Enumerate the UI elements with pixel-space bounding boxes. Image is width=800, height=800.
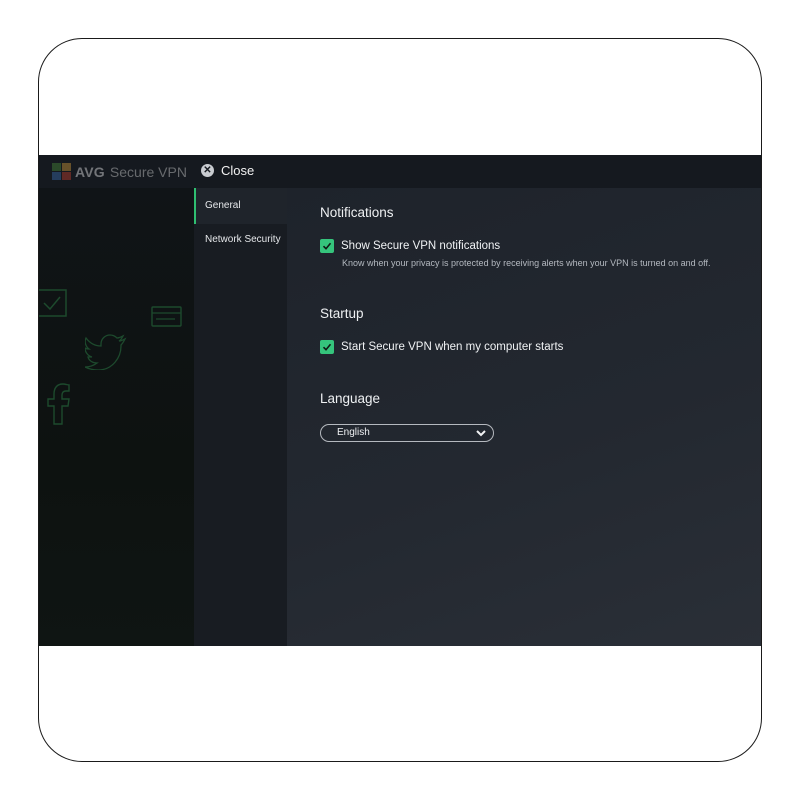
- chevron-down-icon: [476, 430, 486, 437]
- startup-checkbox-label: Start Secure VPN when my computer starts: [341, 341, 564, 353]
- language-select-value: English: [337, 427, 370, 438]
- checkmark-icon: [322, 343, 332, 351]
- close-button[interactable]: ✕ Close: [201, 163, 254, 178]
- brand-name: AVG: [75, 164, 105, 180]
- title-bar: AVG Secure VPN ✕ Close: [39, 155, 761, 188]
- background-panel: [39, 188, 194, 646]
- checkmark-icon: [322, 242, 332, 250]
- twitter-icon: [85, 334, 127, 370]
- credit-card-icon: [151, 306, 182, 327]
- nav-item-label: Network Security: [205, 234, 281, 245]
- startup-title: Startup: [320, 306, 364, 321]
- product-name: Secure VPN: [109, 164, 187, 180]
- envelope-icon: [39, 289, 67, 317]
- settings-nav: General Network Security: [194, 188, 287, 646]
- notifications-checkbox[interactable]: [320, 239, 334, 253]
- nav-item-general[interactable]: General: [194, 188, 287, 224]
- close-label: Close: [221, 163, 255, 178]
- notifications-checkbox-row[interactable]: Show Secure VPN notifications: [320, 239, 500, 253]
- notifications-checkbox-label: Show Secure VPN notifications: [341, 240, 501, 252]
- screenshot-frame: AVG Secure VPN ✕ Close General Network S…: [38, 38, 762, 762]
- startup-checkbox-row[interactable]: Start Secure VPN when my computer starts: [320, 340, 563, 354]
- notifications-description: Know when your privacy is protected by r…: [342, 258, 711, 268]
- app-window: AVG Secure VPN ✕ Close General Network S…: [39, 155, 761, 646]
- startup-checkbox[interactable]: [320, 340, 334, 354]
- nav-item-label: General: [205, 200, 241, 211]
- language-select[interactable]: English: [320, 424, 494, 442]
- nav-item-network-security[interactable]: Network Security: [194, 226, 287, 254]
- facebook-icon: [47, 383, 70, 425]
- avg-logo-icon: [52, 163, 71, 180]
- notifications-title: Notifications: [320, 205, 394, 220]
- settings-content: Notifications Show Secure VPN notificati…: [287, 188, 761, 646]
- language-title: Language: [320, 391, 381, 406]
- close-icon: ✕: [201, 164, 214, 177]
- brand: AVG Secure VPN: [52, 163, 187, 181]
